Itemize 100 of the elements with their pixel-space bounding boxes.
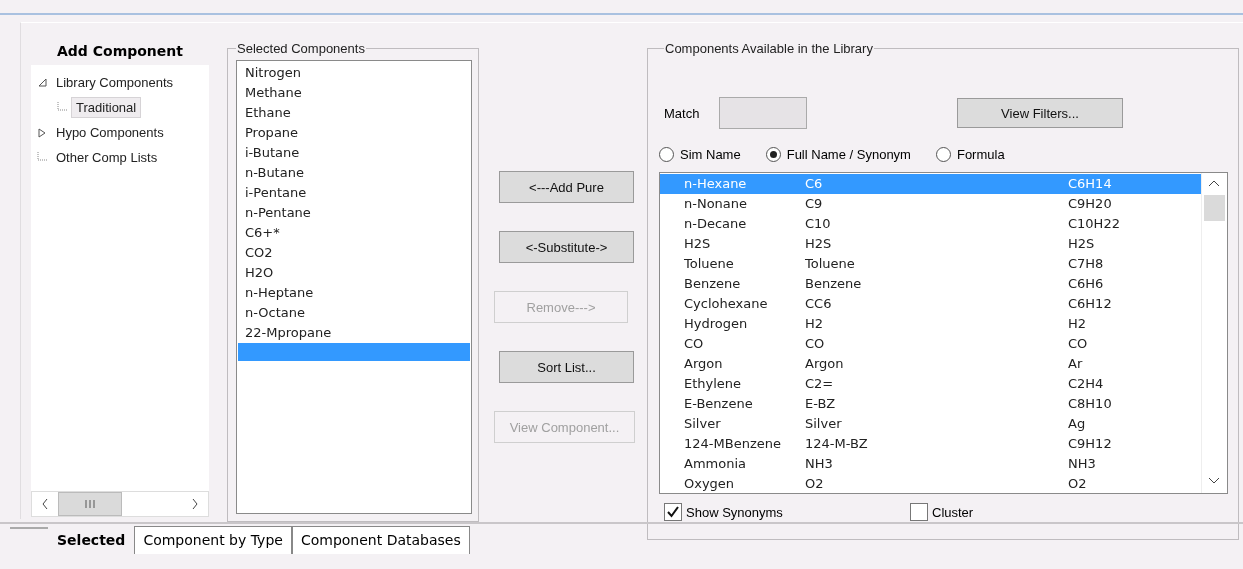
library-row[interactable]: Argon Argon Ar <box>660 354 1201 374</box>
synonym-cell-text: O2 <box>805 475 825 493</box>
scrollbar-thumb[interactable] <box>58 492 122 516</box>
synonym-cell-text: E-BZ <box>805 395 837 413</box>
list-item[interactable]: C6+* <box>238 223 470 243</box>
checkbox[interactable] <box>664 503 682 521</box>
name-cell-text: Toluene <box>684 255 735 273</box>
name-cell-text: n-Hexane <box>684 175 748 193</box>
list-item[interactable]: i-Pentane <box>238 183 470 203</box>
radio-label[interactable]: Sim Name <box>680 146 741 162</box>
name-cell-text: Ammonia <box>684 455 747 473</box>
formula-cell-text: C7H8 <box>1068 255 1105 273</box>
radio-label[interactable]: Full Name / Synonym <box>786 146 911 162</box>
name-cell-text: Benzene <box>684 275 742 293</box>
synonym-cell-text: Benzene <box>805 275 863 293</box>
name-cell-text: Silver <box>684 415 722 433</box>
synonym-cell-text: Argon <box>805 355 845 373</box>
formula-cell-text: C9H12 <box>1068 435 1113 453</box>
action-button[interactable]: <---Add Pure <box>499 171 634 203</box>
name-cell-text: CO <box>684 335 705 353</box>
list-item[interactable]: Nitrogen <box>238 63 470 83</box>
group-label: Selected Components <box>236 41 366 56</box>
library-row[interactable]: Ammonia NH3 NH3 <box>660 454 1201 474</box>
library-row[interactable]: Benzene Benzene C6H6 <box>660 274 1201 294</box>
name-cell-text: E-Benzene <box>684 395 754 413</box>
library-row[interactable]: Ethylene C2= C2H4 <box>660 374 1201 394</box>
view-filters-button[interactable]: View Filters... <box>957 98 1123 128</box>
formula-cell-text: C10H22 <box>1068 215 1121 233</box>
action-button[interactable]: Sort List... <box>499 351 634 383</box>
list-item[interactable]: n-Heptane <box>238 283 470 303</box>
name-cell-text: Argon <box>684 355 724 373</box>
formula-cell-text: NH3 <box>1068 455 1097 473</box>
match-label: Match <box>664 105 701 121</box>
synonym-cell-text: CO <box>805 335 826 353</box>
list-item[interactable]: n-Octane <box>238 303 470 323</box>
name-cell-text: Oxygen <box>684 475 736 493</box>
list-item[interactable]: Propane <box>238 123 470 143</box>
formula-cell-text: C6H14 <box>1068 175 1113 193</box>
name-cell-text: H2S <box>684 235 712 253</box>
checkbox-label[interactable]: Cluster <box>932 504 974 520</box>
radio-button[interactable] <box>935 146 951 162</box>
name-cell-text: 124-MBenzene <box>684 435 782 453</box>
library-row[interactable]: H2S H2S H2S <box>660 234 1201 254</box>
vertical-scrollbar[interactable] <box>1201 173 1227 493</box>
synonym-cell-text: NH3 <box>805 455 834 473</box>
checkbox[interactable] <box>910 503 928 521</box>
synonym-cell-text: CC6 <box>805 295 833 313</box>
radio-button[interactable] <box>765 146 781 162</box>
formula-cell-text: O2 <box>1068 475 1088 493</box>
library-row[interactable]: Cyclohexane CC6 C6H12 <box>660 294 1201 314</box>
synonym-cell-text: C2= <box>805 375 835 393</box>
group-label: Components Available in the Library <box>664 41 874 56</box>
library-row[interactable]: Silver Silver Ag <box>660 414 1201 434</box>
formula-cell-text: C8H10 <box>1068 395 1113 413</box>
tab[interactable]: Component Databases <box>291 526 470 554</box>
scrollbar-thumb[interactable] <box>1204 195 1225 221</box>
formula-cell-text: C2H4 <box>1068 375 1105 393</box>
formula-cell-text: Ag <box>1068 415 1087 433</box>
synonym-cell-text: C9 <box>805 195 824 213</box>
library-row[interactable]: Hydrogen H2 H2 <box>660 314 1201 334</box>
list-item[interactable]: Ethane <box>238 103 470 123</box>
tree-item[interactable]: Other Comp Lists <box>51 147 163 168</box>
synonym-cell-text: 124-M-BZ <box>805 435 869 453</box>
tab[interactable]: Component by Type <box>134 526 292 554</box>
action-button[interactable]: <-Substitute-> <box>499 231 634 263</box>
formula-cell-text: H2S <box>1068 235 1096 253</box>
name-cell-text: n-Decane <box>684 215 748 233</box>
tree-item[interactable]: Traditional <box>71 97 142 118</box>
library-row[interactable]: Oxygen O2 O2 <box>660 474 1201 494</box>
library-row[interactable]: 124-MBenzene 124-M-BZ C9H12 <box>660 434 1201 454</box>
library-row[interactable]: Toluene Toluene C7H8 <box>660 254 1201 274</box>
synonym-cell-text: Toluene <box>805 255 856 273</box>
name-cell-text: n-Nonane <box>684 195 749 213</box>
formula-cell-text: C6H12 <box>1068 295 1113 313</box>
checkbox-label[interactable]: Show Synonyms <box>686 504 783 520</box>
list-item[interactable]: n-Butane <box>238 163 470 183</box>
tree-item[interactable]: Library Components <box>51 72 179 93</box>
library-row[interactable]: n-Nonane C9 C9H20 <box>660 194 1201 214</box>
list-item[interactable]: i-Butane <box>238 143 470 163</box>
radio-button[interactable] <box>659 146 674 162</box>
synonym-cell-text: Silver <box>805 415 843 433</box>
list-item[interactable]: n-Pentane <box>238 203 470 223</box>
library-list[interactable] <box>659 172 1228 494</box>
list-item[interactable]: Methane <box>238 83 470 103</box>
formula-cell-text: CO <box>1068 335 1089 353</box>
match-field[interactable] <box>719 97 807 129</box>
tree-item[interactable]: Hypo Components <box>51 122 169 143</box>
list-item[interactable]: CO2 <box>238 243 470 263</box>
name-cell-text: Ethylene <box>684 375 743 393</box>
library-row[interactable]: CO CO CO <box>660 334 1201 354</box>
formula-cell-text: C6H6 <box>1068 275 1105 293</box>
selected-components-list[interactable]: Nitrogen Methane Ethane Propane i-Butane n-Butane i-Pentane n-Pentane C6+* CO2 H2O n-Heptane n-Octane 22-Mpropane <box>236 60 472 514</box>
list-item[interactable]: 22-Mpropane <box>238 323 470 343</box>
synonym-cell-text: C6 <box>805 175 824 193</box>
radio-label[interactable]: Formula <box>956 146 1005 162</box>
library-row[interactable]: n-Decane C10 C10H22 <box>660 214 1201 234</box>
list-item[interactable]: H2O <box>238 263 470 283</box>
horizontal-scrollbar[interactable] <box>31 491 209 517</box>
library-row[interactable]: E-Benzene E-BZ C8H10 <box>660 394 1201 414</box>
name-cell-text: Hydrogen <box>684 315 749 333</box>
